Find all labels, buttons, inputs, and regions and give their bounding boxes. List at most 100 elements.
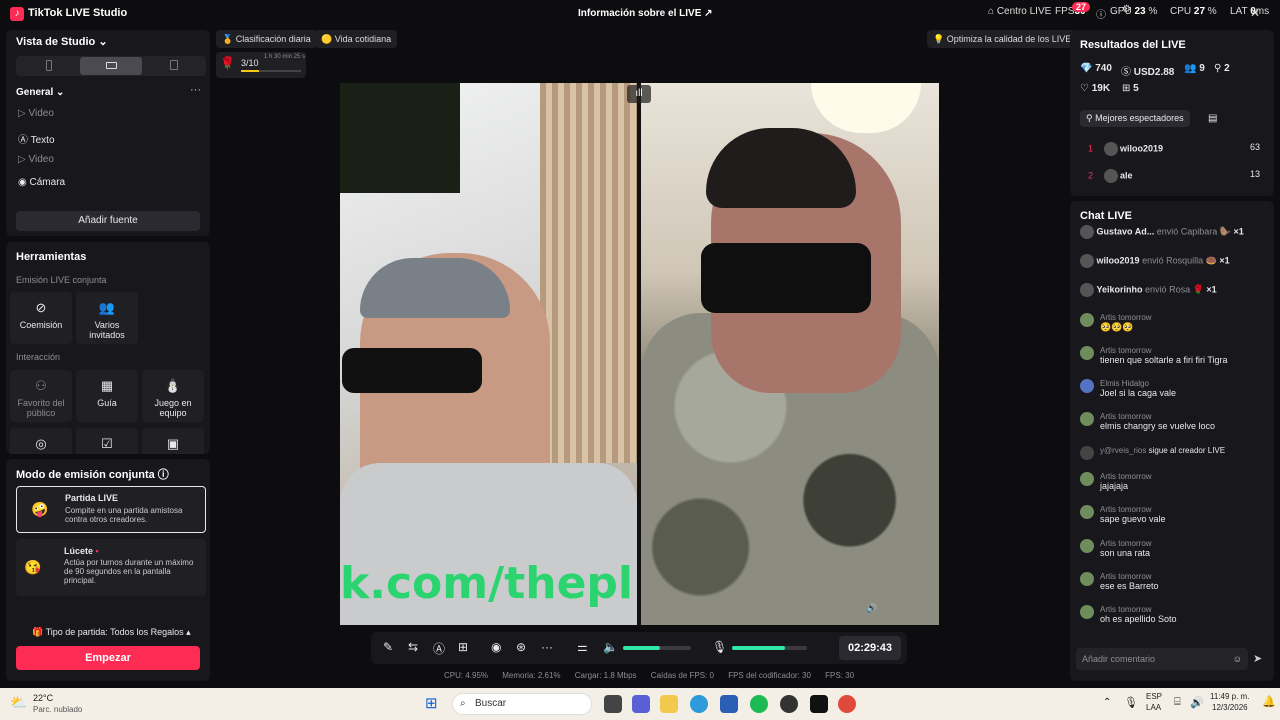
speaker-icon[interactable]: 🔊 [866, 603, 877, 614]
team-game-button[interactable]: ⛄ Juego en equipo [142, 370, 204, 422]
target-icon: ◎ [35, 436, 47, 451]
category-chip[interactable]: 🟡 Vida cotidiana [315, 30, 398, 48]
tiktok-icon[interactable] [810, 695, 828, 713]
notifications-icon[interactable]: 🔔 [1262, 695, 1276, 708]
portrait-layout-button[interactable] [18, 57, 80, 75]
top-viewer-row[interactable]: 1 wiloo2019 63 [1088, 142, 1268, 156]
app-title: TikTok LIVE Studio [28, 7, 128, 19]
clock-time[interactable]: 11:49 p. m. [1210, 692, 1249, 701]
live-info-button[interactable]: Información sobre el LIVE ↗ [578, 8, 713, 19]
gear-icon[interactable]: ⚙ [1122, 4, 1131, 15]
mode-name: Lúcete • [64, 546, 99, 556]
chat-message[interactable]: Elmis Hidalgo Joel si la caga vale [1080, 379, 1268, 398]
cpu-label: CPU [1170, 6, 1192, 17]
microphone-tray-icon[interactable]: 🎙 [1124, 696, 1138, 709]
host-sunglasses [342, 348, 482, 393]
chat-message[interactable]: Artis tomorrow tienen que soltarle a firi… [1080, 346, 1268, 365]
live-preview[interactable]: k.com/thepl 🔊 ıll [340, 83, 939, 625]
source-camera[interactable]: ◉ Cámara [18, 177, 65, 188]
info-icon[interactable]: ⓘ [1096, 6, 1106, 21]
guide-button[interactable]: ▦ Guía [76, 370, 138, 422]
start-button[interactable]: Empezar [16, 646, 200, 670]
tool-card-partial[interactable]: ◎ [10, 428, 72, 454]
mode-partida-live[interactable]: 🤪 Partida LIVE Compite en una partida am… [16, 486, 206, 533]
chat-message[interactable]: Artis tomorrow jajajaja [1080, 472, 1268, 491]
clock-date[interactable]: 12/3/2026 [1212, 703, 1248, 712]
match-type-dropdown[interactable]: 🎁 Tipo de partida: Todos los Regalos ▴ [32, 627, 191, 638]
teams-icon[interactable] [632, 695, 650, 713]
chrome-icon[interactable] [838, 695, 856, 713]
chat-message[interactable]: Artis tomorrow 🥺🥺🥺 [1080, 313, 1268, 333]
tool-card-partial[interactable]: ☑ [76, 428, 138, 454]
centro-live-button[interactable]: ⌂ Centro LIVE [988, 6, 1051, 17]
mode-lucete[interactable]: 😘 Lúcete • Actúa por turnos durante un m… [16, 539, 206, 596]
live-info-label: Información sobre el LIVE [578, 8, 702, 19]
file-explorer-icon[interactable] [660, 695, 678, 713]
more-icon[interactable]: ··· [190, 84, 201, 96]
studio-view-dropdown[interactable]: Vista de Studio ⌄ [16, 35, 108, 48]
dual-layout-button[interactable] [142, 57, 204, 75]
volume-icon[interactable]: 🔈 [603, 640, 618, 654]
top-viewers-button[interactable]: ⚲ Mejores espectadores [1080, 110, 1190, 127]
gift-sender: Gustavo Ad... [1096, 226, 1155, 237]
replay-icon[interactable]: ⊛ [516, 640, 526, 654]
top-viewer-row[interactable]: 2 ale 13 [1088, 169, 1268, 183]
send-icon[interactable]: ➤ [1253, 652, 1262, 665]
language-code[interactable]: ESP [1146, 692, 1162, 701]
translate-icon[interactable]: ⇆ [408, 640, 418, 654]
taskbar-search[interactable]: ⌕ Buscar [452, 693, 592, 715]
language-layout[interactable]: LAA [1146, 703, 1161, 712]
chat-message[interactable]: Artis tomorrow elmis changry se vuelve lo… [1080, 412, 1268, 431]
landscape-layout-button[interactable] [80, 57, 142, 75]
match-progress-chip[interactable]: 🌹 3/10 1 h 30 min 25 s [216, 52, 306, 78]
record-icon[interactable]: ◉ [491, 640, 501, 654]
coemision-button[interactable]: ⊘ Coemisión [10, 292, 72, 344]
chevron-up-icon[interactable]: ⌃ [1103, 697, 1111, 708]
more-icon[interactable]: ··· [541, 640, 553, 654]
obs-icon[interactable] [780, 695, 798, 713]
chat-message[interactable]: Artis tomorrow sape guevo vale [1080, 505, 1268, 524]
task-view-icon[interactable] [604, 695, 622, 713]
windows-taskbar: ⛅ 22°C Parc. nublado ⊞ ⌕ Buscar ⌃ 🎙 ESP L… [0, 688, 1280, 720]
avatar [1103, 142, 1118, 156]
help-icon[interactable]: ⓘ [158, 469, 169, 481]
tools-title: Herramientas [16, 251, 87, 263]
audience-favorite-button[interactable]: ⚇ Favorito del público [10, 370, 72, 422]
followers-value: 2 [1224, 63, 1230, 74]
volume-tray-icon[interactable]: 🔊 [1190, 696, 1204, 709]
chat-message[interactable]: Artis tomorrow oh es apellido Soto [1080, 605, 1268, 624]
comment-input[interactable]: Añadir comentario ☺ [1076, 648, 1248, 670]
avatar [1080, 254, 1094, 268]
tool-card-partial[interactable]: ▣ [142, 428, 204, 454]
add-source-button[interactable]: Añadir fuente [16, 211, 200, 231]
notes-icon[interactable]: ▤ [1208, 113, 1217, 124]
gift-count: ×1 [1233, 226, 1244, 237]
chat-author: Artis tomorrow [1100, 505, 1152, 514]
close-icon[interactable]: ✕ [1250, 6, 1260, 20]
source-text[interactable]: Ⓐ Texto [18, 131, 55, 146]
chat-message[interactable]: Artis tomorrow son una rata [1080, 539, 1268, 558]
source-video-1[interactable]: ▷ Video [18, 108, 54, 119]
edge-icon[interactable] [690, 695, 708, 713]
ai-icon[interactable]: Ⓐ [433, 640, 445, 657]
audio-bars-icon[interactable]: ıll [627, 85, 651, 103]
microphone-icon[interactable]: 🎙 [712, 640, 727, 654]
store-icon[interactable] [720, 695, 738, 713]
general-dropdown[interactable]: General ⌄ [16, 87, 64, 98]
settings-sliders-icon[interactable]: ⚌ [577, 640, 588, 654]
gift-message: Yeikorinho envió Rosa 🌹 ×1 [1080, 283, 1268, 297]
source-video-2[interactable]: ▷ Video [18, 154, 54, 165]
mic-slider[interactable] [732, 646, 807, 650]
multi-guest-button[interactable]: 👥 Varios invitados [76, 292, 138, 344]
optimize-quality-chip[interactable]: 💡 Optimiza la calidad de los LIVE [927, 30, 1078, 48]
windows-start-icon[interactable]: ⊞ [425, 694, 438, 712]
volume-slider[interactable] [623, 646, 691, 650]
network-icon[interactable]: ⌸ [1174, 696, 1181, 709]
daily-ranking-chip[interactable]: 🏅 Clasificación diaria [216, 30, 317, 48]
chat-text: ese es Barreto [1100, 581, 1159, 591]
magic-wand-icon[interactable]: ✎ [383, 640, 393, 654]
chat-message[interactable]: Artis tomorrow ese es Barreto [1080, 572, 1268, 591]
add-scene-icon[interactable]: ⊞ [458, 640, 468, 654]
spotify-icon[interactable] [750, 695, 768, 713]
emoji-icon[interactable]: ☺ [1233, 648, 1242, 670]
